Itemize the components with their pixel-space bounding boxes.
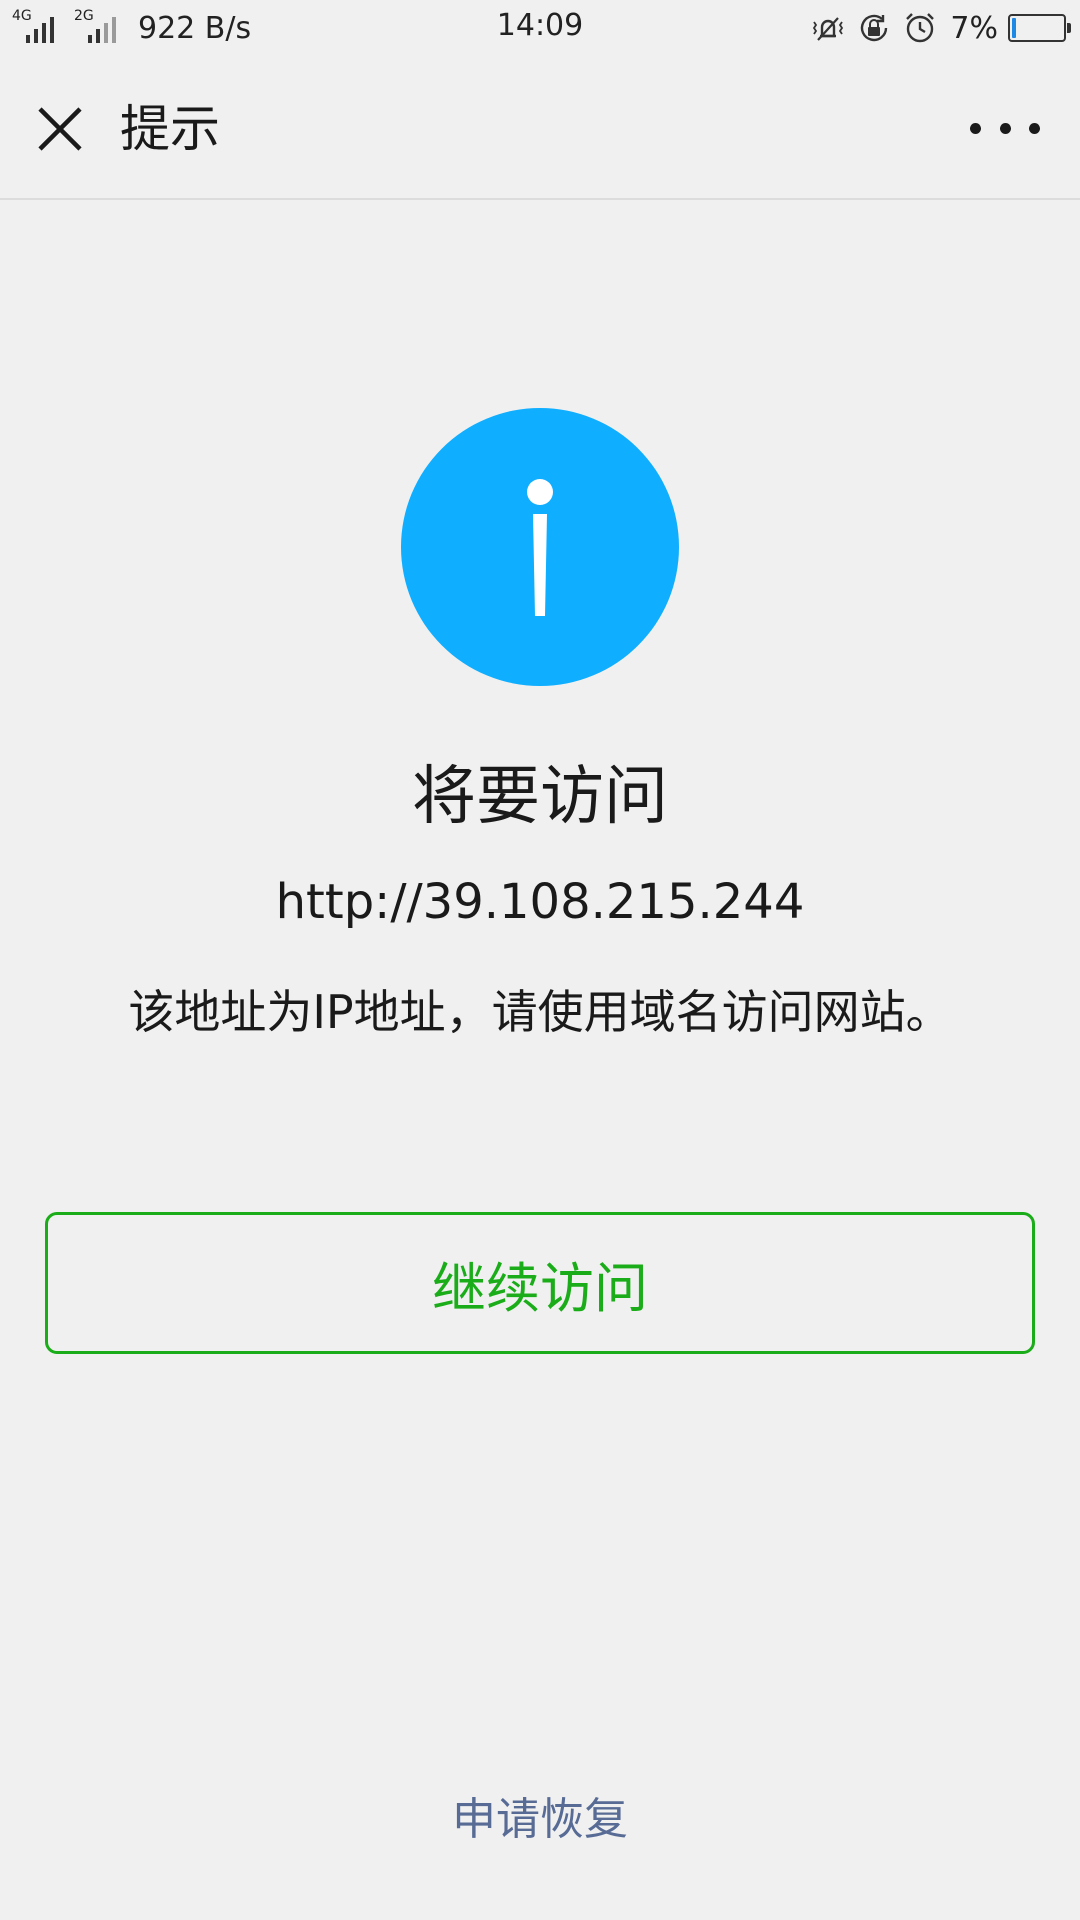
- continue-visit-label: 继续访问: [432, 1256, 648, 1320]
- vibrate-icon: [813, 17, 844, 41]
- battery-level-fill: [1012, 18, 1016, 38]
- request-restore-link[interactable]: 申请恢复: [0, 1790, 1080, 1850]
- battery-icon: [1008, 14, 1071, 42]
- more-icon-dot: [970, 122, 981, 134]
- continue-visit-button[interactable]: 继续访问: [45, 1212, 1035, 1354]
- page: 4G 2G 922 B/s 14:09 7% 提示 将要访问 http://39…: [0, 0, 1080, 1920]
- close-button[interactable]: [30, 99, 90, 159]
- rotation-lock-icon: [861, 14, 888, 42]
- page-title: 提示: [120, 100, 220, 158]
- status-right: 7%: [800, 8, 1071, 48]
- target-url: http://39.108.215.244: [275, 874, 805, 930]
- warning-description: 该地址为IP地址，请使用域名访问网站。: [128, 985, 952, 1039]
- more-icon-dot: [999, 122, 1011, 134]
- alarm-icon: [906, 13, 935, 43]
- battery-percent: 7%: [950, 10, 998, 46]
- more-button[interactable]: [970, 106, 1040, 150]
- info-icon: [401, 408, 679, 686]
- close-icon: [38, 107, 82, 151]
- more-icon-dot: [1029, 122, 1040, 134]
- heading: 将要访问: [412, 760, 668, 834]
- status-bar: 4G 2G 922 B/s 14:09 7%: [0, 0, 1080, 56]
- title-bar: 提示: [0, 56, 1080, 200]
